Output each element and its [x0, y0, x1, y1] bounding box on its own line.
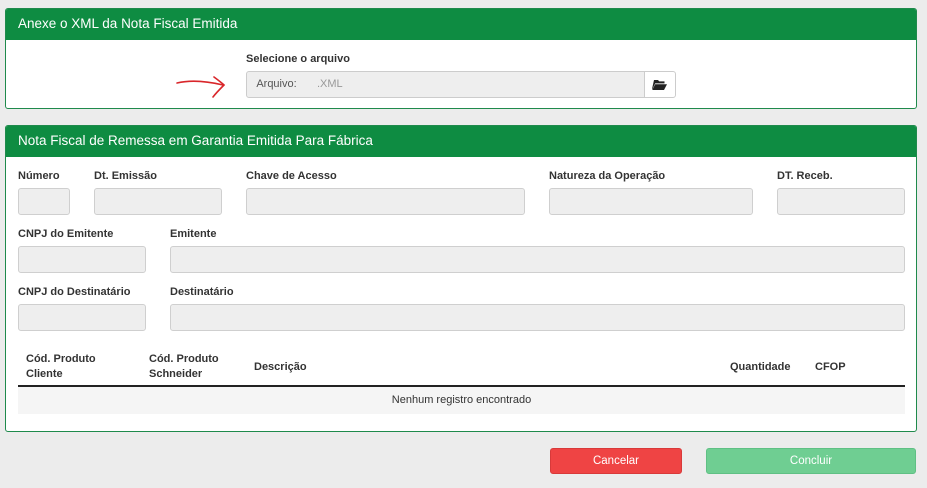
col-descricao: Descrição — [254, 361, 307, 373]
col-cfop: CFOP — [815, 361, 846, 373]
natureza-operacao-field[interactable] — [549, 188, 753, 215]
col-cod-schneider-line2: Schneider — [149, 368, 203, 380]
col-cod-cliente-line1: Cód. Produto — [26, 353, 96, 365]
col-cod-cliente-line2: Cliente — [26, 368, 63, 380]
chave-acesso-field[interactable] — [246, 188, 525, 215]
cnpj-emitente-label: CNPJ do Emitente — [18, 228, 114, 240]
numero-field[interactable] — [18, 188, 70, 215]
dt-receb-label: DT. Receb. — [777, 170, 833, 182]
emitente-label: Emitente — [170, 228, 217, 240]
nf-panel-title: Nota Fiscal de Remessa em Garantia Emiti… — [6, 126, 916, 157]
destinatario-field[interactable] — [170, 304, 905, 331]
dt-emissao-label: Dt. Emissão — [94, 170, 157, 182]
nota-fiscal-panel: Nota Fiscal de Remessa em Garantia Emiti… — [5, 125, 917, 432]
xml-panel-title: Anexe o XML da Nota Fiscal Emitida — [6, 9, 916, 40]
chave-acesso-label: Chave de Acesso — [246, 170, 337, 182]
natureza-operacao-label: Natureza da Operação — [549, 170, 666, 182]
destinatario-label: Destinatário — [170, 286, 234, 298]
table-empty-row: Nenhum registro encontrado — [18, 387, 905, 414]
dt-receb-field[interactable] — [777, 188, 905, 215]
folder-open-icon — [652, 80, 667, 90]
cnpj-emitente-field[interactable] — [18, 246, 146, 273]
dt-emissao-field[interactable] — [94, 188, 222, 215]
numero-label: Número — [18, 170, 60, 182]
select-file-label: Selecione o arquivo — [246, 53, 350, 65]
col-cod-schneider-line1: Cód. Produto — [149, 353, 219, 365]
emitente-field[interactable] — [170, 246, 905, 273]
cancel-button[interactable]: Cancelar — [550, 448, 682, 474]
file-input-group: Arquivo: .XML — [246, 71, 676, 98]
cnpj-destinatario-field[interactable] — [18, 304, 146, 331]
xml-upload-panel: Anexe o XML da Nota Fiscal Emitida Selec… — [5, 8, 917, 109]
col-cod-produto-cliente: Cód. Produto Cliente — [26, 352, 96, 382]
col-quantidade: Quantidade — [730, 361, 791, 373]
confirm-button[interactable]: Concluir — [706, 448, 916, 474]
cnpj-destinatario-label: CNPJ do Destinatário — [18, 286, 131, 298]
annotation-arrow-icon — [176, 76, 226, 98]
file-addon-label: Arquivo: — [246, 71, 307, 98]
browse-file-button[interactable] — [644, 71, 676, 98]
xml-file-input[interactable]: .XML — [306, 71, 645, 98]
col-cod-produto-schneider: Cód. Produto Schneider — [149, 352, 219, 382]
